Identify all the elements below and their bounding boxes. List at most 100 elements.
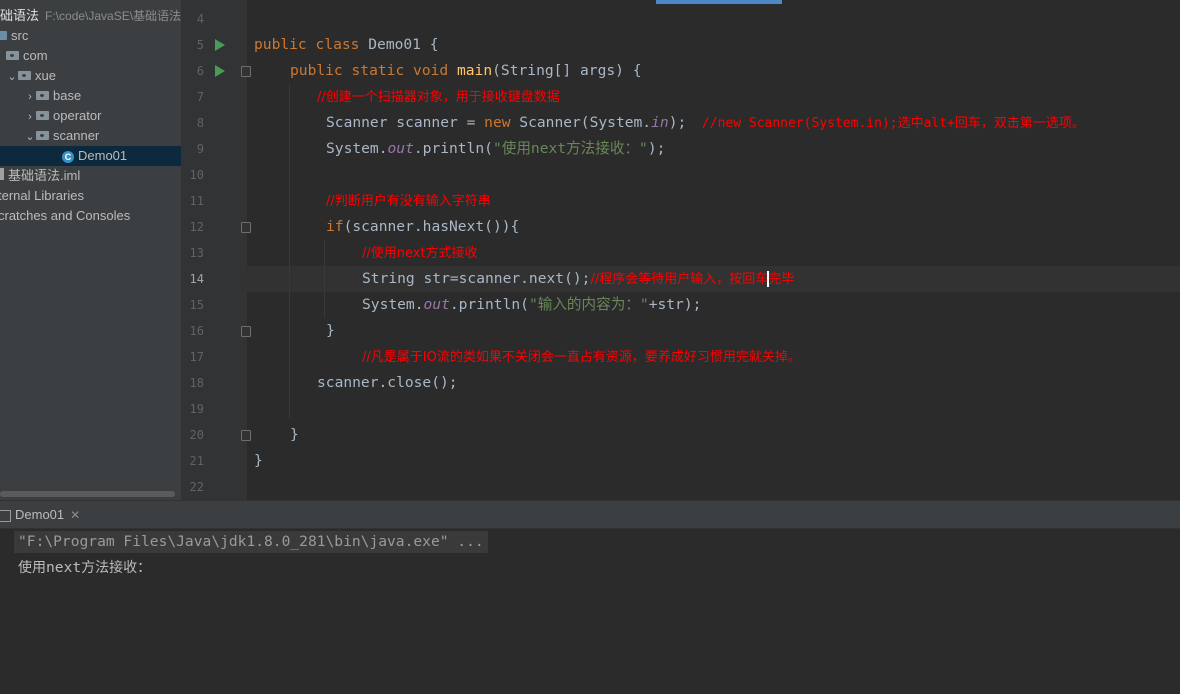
code-line-12[interactable]: if(scanner.hasNext()){ (326, 214, 519, 240)
package-icon (36, 131, 49, 140)
line-number: 6 (196, 64, 204, 78)
method-name: main (456, 62, 493, 79)
run-main-icon[interactable] (215, 65, 225, 77)
project-root[interactable]: 础语法 F:\code\JavaSE\基础语法 (0, 6, 181, 26)
tree-item-label: xue (35, 68, 56, 83)
code-line-8[interactable]: Scanner scanner = new Scanner(System.in)… (326, 110, 1085, 136)
package-icon (36, 111, 49, 120)
code-text: ); (647, 140, 666, 157)
output-text: next (46, 559, 82, 576)
code-line-15[interactable]: System.out.println("输入的内容为："+str); (362, 292, 701, 318)
tree-item-iml[interactable]: 基础语法.iml (0, 166, 80, 186)
code-line-20[interactable]: } (290, 422, 299, 448)
java-class-icon: C (62, 151, 74, 163)
code-line-17[interactable]: //凡是属于IO流的类如果不关闭会一直占有资源，要养成好习惯用完就关掉。 (362, 344, 801, 370)
tree-item-operator[interactable]: › operator (24, 106, 101, 126)
tree-item-src[interactable]: src (0, 26, 28, 46)
line-number: 4 (196, 12, 204, 26)
tree-item-xue[interactable]: ⌄ xue (6, 66, 56, 86)
tree-item-scanner[interactable]: ⌄ scanner (24, 126, 99, 146)
brace: { (429, 36, 439, 53)
keyword: void (413, 62, 449, 79)
indent-guide (289, 84, 290, 418)
line-number: 20 (189, 428, 204, 442)
active-tab-indicator (656, 0, 782, 4)
package-icon (6, 51, 19, 60)
tree-item-label: com (23, 48, 48, 63)
console-icon (0, 509, 11, 522)
sidebar-horizontal-scrollbar[interactable] (0, 491, 175, 497)
tree-item-external-libraries[interactable]: ternal Libraries (0, 186, 84, 206)
line-number: 17 (189, 350, 204, 364)
run-tab-demo01[interactable]: Demo01 ✕ (0, 501, 90, 528)
code-line-5[interactable]: public class Demo01 { (254, 32, 439, 58)
line-number: 5 (196, 38, 204, 52)
run-tab-bar: Demo01 ✕ (0, 501, 1180, 529)
line-number: 12 (189, 220, 204, 234)
tree-item-com[interactable]: com (6, 46, 48, 66)
keyword: public (290, 62, 343, 79)
code-line-9[interactable]: System.out.println("使用next方法接收："); (326, 136, 665, 162)
tree-item-scratches[interactable]: cratches and Consoles (0, 206, 130, 226)
code-line-11[interactable]: //判断用户有没有输入字符串 (326, 188, 491, 214)
code-line-7[interactable]: //创建一个扫描器对象，用于接收键盘数据 (317, 84, 560, 110)
comment: //使用next方式接收 (362, 246, 478, 261)
project-root-name: 础语法 (0, 8, 40, 23)
code-line-16[interactable]: } (326, 318, 335, 344)
comment: //创建一个扫描器对象，用于接收键盘数据 (317, 90, 560, 105)
tree-item-base[interactable]: › base (24, 86, 81, 106)
fold-icon[interactable] (241, 66, 251, 77)
string-literal: "输入的内容为：" (528, 296, 649, 313)
chevron-down-icon[interactable]: ⌄ (24, 127, 36, 147)
keyword: static (351, 62, 405, 79)
line-number: 16 (189, 324, 204, 338)
code-line-14[interactable]: String str=scanner.next();//程序会等待用户输入，按回… (362, 266, 794, 292)
keyword: class (315, 36, 360, 53)
keyword: new (484, 114, 511, 131)
tree-item-demo01[interactable]: C Demo01 (0, 146, 181, 166)
fold-icon[interactable] (241, 326, 251, 337)
code-text: (scanner.hasNext()){ (343, 218, 520, 235)
chevron-right-icon[interactable]: › (24, 87, 36, 107)
brace: } (290, 426, 299, 443)
output-text: 方法接收： (81, 560, 152, 576)
console-output-line[interactable]: 使用next方法接收： (18, 557, 151, 579)
tree-item-label: base (53, 88, 82, 103)
package-icon (36, 91, 49, 100)
code-line-13[interactable]: //使用next方式接收 (362, 240, 478, 266)
code-text: String str=scanner.next(); (362, 270, 591, 287)
string-literal: "使用next方法接收：" (492, 140, 648, 157)
run-class-icon[interactable] (215, 39, 225, 51)
comment: //程序会等待用户输入，按回车 (590, 272, 769, 287)
line-number: 7 (196, 90, 204, 104)
code-line-18[interactable]: scanner.close(); (317, 370, 458, 396)
line-number: 21 (189, 454, 204, 468)
source-folder-icon (0, 31, 7, 40)
code-line-6[interactable]: public static void main(String[] args) { (290, 58, 642, 84)
keyword: if (326, 218, 344, 235)
brace: } (254, 452, 263, 469)
tree-item-label: src (11, 28, 29, 43)
brace: } (326, 322, 335, 339)
comment: //凡是属于IO流的类如果不关闭会一直占有资源，要养成好习惯用完就关掉。 (362, 350, 801, 365)
line-number: 8 (196, 116, 204, 130)
code-text: +str); (648, 296, 702, 313)
fold-icon[interactable] (241, 430, 251, 441)
console-command-line[interactable]: "F:\Program Files\Java\jdk1.8.0_281\bin\… (14, 531, 488, 553)
package-icon (18, 71, 31, 80)
chevron-right-icon[interactable]: › (24, 107, 36, 127)
line-number: 19 (189, 402, 204, 416)
line-number: 11 (189, 194, 204, 208)
fold-icon[interactable] (241, 222, 251, 233)
tree-item-label: 基础语法.iml (8, 168, 81, 183)
code-editor[interactable]: 4 5 6 7 8 9 10 11 12 13 14 15 16 17 18 1… (181, 0, 1180, 500)
static-field: out (387, 140, 414, 157)
code-text: System. (362, 296, 424, 313)
close-icon[interactable]: ✕ (70, 508, 80, 522)
tree-item-label: scanner (53, 128, 100, 143)
chevron-down-icon[interactable]: ⌄ (6, 67, 18, 87)
line-number: 22 (189, 480, 204, 494)
run-tab-label: Demo01 (15, 507, 65, 522)
code-line-21[interactable]: } (254, 448, 263, 474)
code-text: ); (668, 114, 687, 131)
